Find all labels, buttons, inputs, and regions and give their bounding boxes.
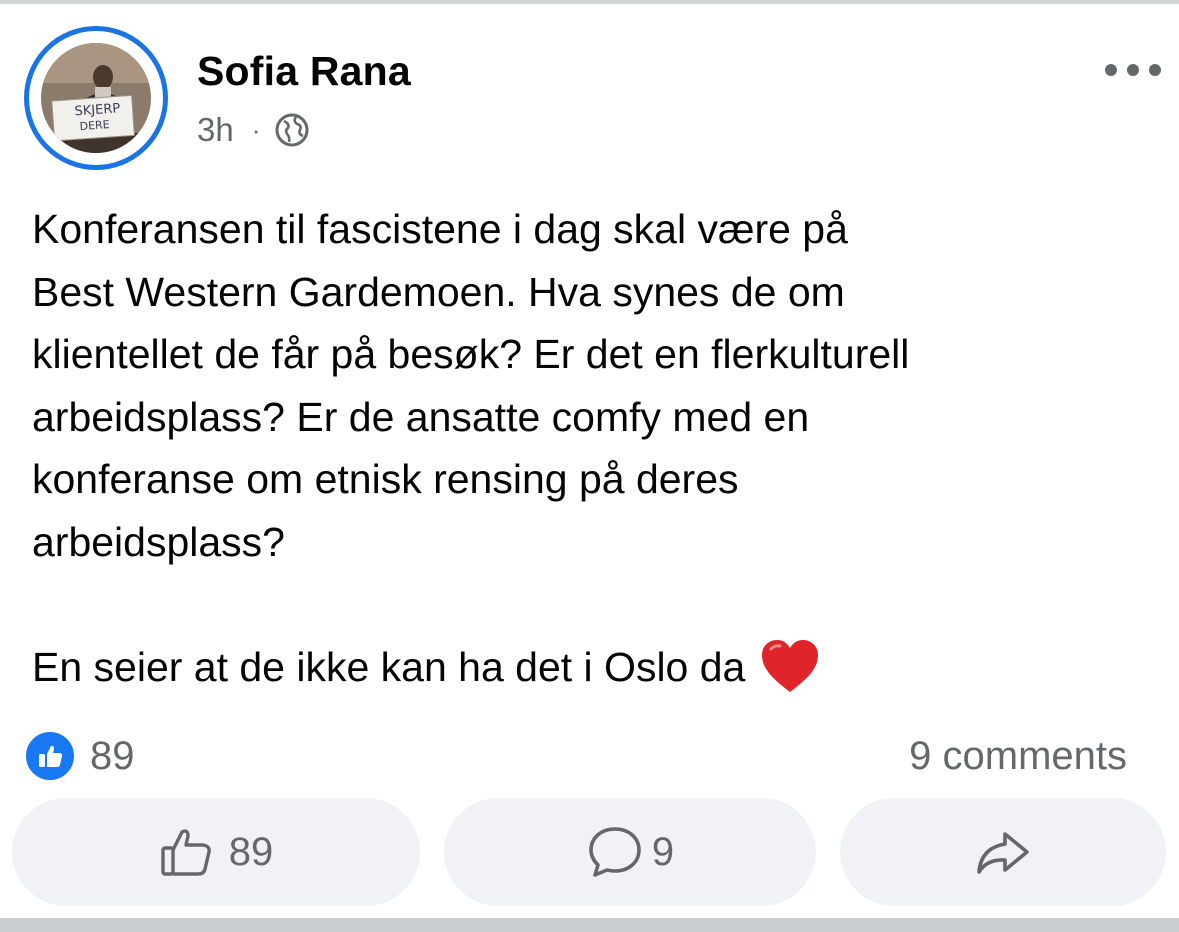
bottom-divider — [0, 918, 1179, 932]
like-button[interactable]: 89 — [12, 798, 420, 906]
post-line: arbeidsplass? — [32, 518, 285, 565]
post-line: klientellet de får på besøk? Er det en f… — [32, 331, 910, 377]
post-meta: 3h · — [197, 110, 310, 150]
reactions-summary[interactable]: 89 — [24, 730, 135, 782]
avatar-sign-text-2: DERE — [79, 118, 110, 133]
comments-count-link[interactable]: 9 comments — [909, 730, 1127, 782]
post-line: Konferansen til fascistene i dag skal væ… — [32, 206, 848, 252]
post-time[interactable]: 3h — [197, 111, 234, 149]
post-text: Konferansen til fascistene i dag skal væ… — [32, 198, 1152, 698]
avatar-sign-text-1: SKJERP — [74, 101, 121, 119]
red-heart-icon — [759, 637, 821, 695]
post-closing-line: En seier at de ikke kan ha det i Oslo da — [32, 636, 1152, 699]
more-options-icon[interactable] — [1105, 58, 1161, 82]
share-button[interactable] — [840, 798, 1166, 906]
author-name[interactable]: Sofia Rana — [197, 48, 411, 95]
post-line: konferanse om etnisk rensing på deres — [32, 456, 739, 502]
post-line: Best Western Gardemoen. Hva synes de om — [32, 268, 845, 315]
comment-button[interactable]: 9 — [444, 798, 816, 906]
share-icon — [973, 828, 1033, 876]
like-icon — [24, 730, 76, 782]
avatar-photo: SKJERP DERE — [41, 43, 151, 153]
post-line: arbeidsplass? Er de ansatte comfy med en — [32, 393, 810, 440]
top-divider — [0, 0, 1179, 4]
comment-count: 9 — [651, 829, 675, 874]
globe-icon[interactable] — [274, 112, 310, 148]
reaction-count: 89 — [90, 733, 135, 778]
closing-text: En seier at de ikke kan ha det i Oslo da — [32, 643, 746, 690]
like-count: 89 — [228, 829, 274, 874]
thumbs-up-icon — [159, 824, 215, 880]
meta-separator: · — [251, 114, 261, 145]
author-avatar[interactable]: SKJERP DERE — [24, 26, 168, 170]
comment-icon — [586, 825, 644, 879]
